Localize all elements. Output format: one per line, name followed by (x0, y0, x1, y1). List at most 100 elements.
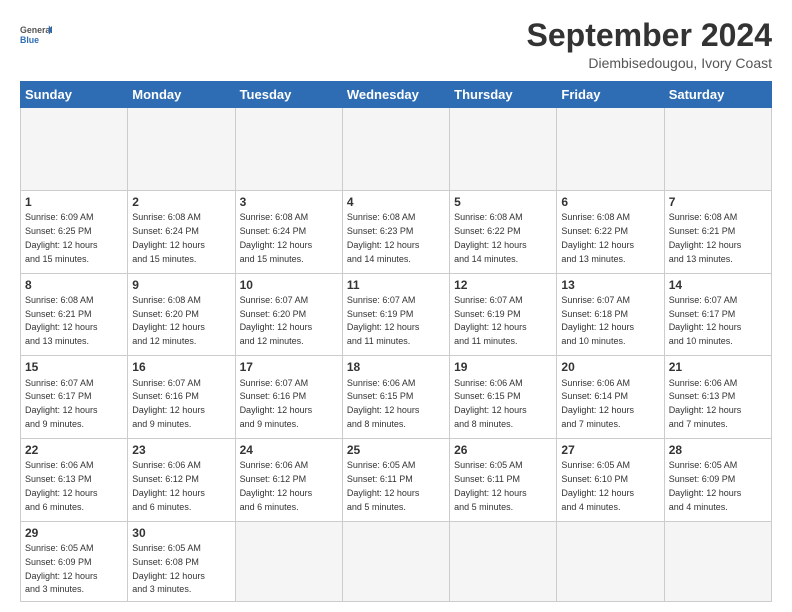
calendar-cell (21, 108, 128, 191)
header-monday: Monday (128, 82, 235, 108)
calendar-cell (557, 108, 664, 191)
day-number: 5 (454, 194, 552, 210)
day-info: Sunrise: 6:06 AMSunset: 6:12 PMDaylight:… (132, 460, 205, 511)
month-title: September 2024 (527, 18, 772, 53)
calendar-cell: 5 Sunrise: 6:08 AMSunset: 6:22 PMDaylight… (450, 190, 557, 273)
day-info: Sunrise: 6:06 AMSunset: 6:14 PMDaylight:… (561, 378, 634, 429)
logo-svg: General Blue (20, 18, 52, 54)
day-info: Sunrise: 6:07 AMSunset: 6:20 PMDaylight:… (240, 295, 313, 346)
calendar-cell: 11Sunrise: 6:07 AMSunset: 6:19 PMDayligh… (342, 273, 449, 356)
calendar-cell: 28 Sunrise: 6:05 AMSunset: 6:09 PMDayligh… (664, 439, 771, 522)
calendar-cell (128, 108, 235, 191)
calendar-cell: 16 Sunrise: 6:07 AMSunset: 6:16 PMDayligh… (128, 356, 235, 439)
calendar-cell (235, 521, 342, 601)
calendar-cell: 20Sunrise: 6:06 AMSunset: 6:14 PMDayligh… (557, 356, 664, 439)
calendar-cell (342, 108, 449, 191)
page: General Blue September 2024 Diembisedoug… (0, 0, 792, 612)
day-number: 15 (25, 359, 123, 375)
day-info: Sunrise: 6:05 AMSunset: 6:10 PMDaylight:… (561, 460, 634, 511)
day-info: Sunrise: 6:06 AMSunset: 6:13 PMDaylight:… (25, 460, 98, 511)
calendar-cell: 27Sunrise: 6:05 AMSunset: 6:10 PMDayligh… (557, 439, 664, 522)
calendar-cell: 14 Sunrise: 6:07 AMSunset: 6:17 PMDayligh… (664, 273, 771, 356)
calendar-cell (235, 108, 342, 191)
calendar-cell (664, 108, 771, 191)
calendar-table: Sunday Monday Tuesday Wednesday Thursday… (20, 81, 772, 602)
day-number: 6 (561, 194, 659, 210)
svg-text:Blue: Blue (20, 35, 39, 45)
day-number: 17 (240, 359, 338, 375)
day-info: Sunrise: 6:08 AMSunset: 6:22 PMDaylight:… (561, 212, 634, 263)
calendar-cell: 7Sunrise: 6:08 AMSunset: 6:21 PMDaylight… (664, 190, 771, 273)
day-info: Sunrise: 6:07 AMSunset: 6:19 PMDaylight:… (347, 295, 420, 346)
day-info: Sunrise: 6:08 AMSunset: 6:21 PMDaylight:… (669, 212, 742, 263)
day-number: 22 (25, 442, 123, 458)
day-number: 21 (669, 359, 767, 375)
day-number: 3 (240, 194, 338, 210)
day-number: 28 (669, 442, 767, 458)
day-number: 19 (454, 359, 552, 375)
day-info: Sunrise: 6:08 AMSunset: 6:22 PMDaylight:… (454, 212, 527, 263)
day-info: Sunrise: 6:05 AMSunset: 6:11 PMDaylight:… (347, 460, 420, 511)
day-number: 25 (347, 442, 445, 458)
calendar-cell (664, 521, 771, 601)
day-info: Sunrise: 6:07 AMSunset: 6:16 PMDaylight:… (132, 378, 205, 429)
calendar-cell (450, 521, 557, 601)
day-info: Sunrise: 6:08 AMSunset: 6:21 PMDaylight:… (25, 295, 98, 346)
calendar-cell: 12Sunrise: 6:07 AMSunset: 6:19 PMDayligh… (450, 273, 557, 356)
calendar-cell (450, 108, 557, 191)
location-subtitle: Diembisedougou, Ivory Coast (527, 55, 772, 71)
calendar-cell: 19 Sunrise: 6:06 AMSunset: 6:15 PMDayligh… (450, 356, 557, 439)
day-number: 9 (132, 277, 230, 293)
day-info: Sunrise: 6:08 AMSunset: 6:24 PMDaylight:… (240, 212, 313, 263)
day-number: 23 (132, 442, 230, 458)
day-info: Sunrise: 6:06 AMSunset: 6:15 PMDaylight:… (454, 378, 527, 429)
day-info: Sunrise: 6:09 AMSunset: 6:25 PMDaylight:… (25, 212, 98, 263)
day-number: 10 (240, 277, 338, 293)
header-tuesday: Tuesday (235, 82, 342, 108)
calendar-cell: 15 Sunrise: 6:07 AMSunset: 6:17 PMDayligh… (21, 356, 128, 439)
logo: General Blue (20, 18, 52, 54)
day-info: Sunrise: 6:07 AMSunset: 6:17 PMDaylight:… (25, 378, 98, 429)
calendar-cell: 10 Sunrise: 6:07 AMSunset: 6:20 PMDayligh… (235, 273, 342, 356)
day-number: 29 (25, 525, 123, 541)
calendar-cell: 2 Sunrise: 6:08 AMSunset: 6:24 PMDaylight… (128, 190, 235, 273)
day-number: 14 (669, 277, 767, 293)
calendar-cell: 17Sunrise: 6:07 AMSunset: 6:16 PMDayligh… (235, 356, 342, 439)
calendar-cell: 30Sunrise: 6:05 AMSunset: 6:08 PMDayligh… (128, 521, 235, 601)
day-info: Sunrise: 6:07 AMSunset: 6:19 PMDaylight:… (454, 295, 527, 346)
day-number: 18 (347, 359, 445, 375)
header-sunday: Sunday (21, 82, 128, 108)
day-info: Sunrise: 6:08 AMSunset: 6:24 PMDaylight:… (132, 212, 205, 263)
calendar-cell: 24Sunrise: 6:06 AMSunset: 6:12 PMDayligh… (235, 439, 342, 522)
day-info: Sunrise: 6:05 AMSunset: 6:09 PMDaylight:… (25, 543, 98, 594)
day-info: Sunrise: 6:08 AMSunset: 6:23 PMDaylight:… (347, 212, 420, 263)
calendar-cell: 26Sunrise: 6:05 AMSunset: 6:11 PMDayligh… (450, 439, 557, 522)
calendar-cell: 25 Sunrise: 6:05 AMSunset: 6:11 PMDayligh… (342, 439, 449, 522)
calendar-cell: 3 Sunrise: 6:08 AMSunset: 6:24 PMDaylight… (235, 190, 342, 273)
calendar-cell: 1 Sunrise: 6:09 AMSunset: 6:25 PMDaylight… (21, 190, 128, 273)
day-info: Sunrise: 6:06 AMSunset: 6:13 PMDaylight:… (669, 378, 742, 429)
calendar-cell (557, 521, 664, 601)
day-info: Sunrise: 6:05 AMSunset: 6:11 PMDaylight:… (454, 460, 527, 511)
calendar-cell: 4Sunrise: 6:08 AMSunset: 6:23 PMDaylight… (342, 190, 449, 273)
day-info: Sunrise: 6:08 AMSunset: 6:20 PMDaylight:… (132, 295, 205, 346)
header-wednesday: Wednesday (342, 82, 449, 108)
day-number: 13 (561, 277, 659, 293)
calendar-cell: 18Sunrise: 6:06 AMSunset: 6:15 PMDayligh… (342, 356, 449, 439)
day-number: 8 (25, 277, 123, 293)
day-number: 1 (25, 194, 123, 210)
calendar-cell: 22 Sunrise: 6:06 AMSunset: 6:13 PMDayligh… (21, 439, 128, 522)
day-info: Sunrise: 6:05 AMSunset: 6:09 PMDaylight:… (669, 460, 742, 511)
title-section: September 2024 Diembisedougou, Ivory Coa… (527, 18, 772, 71)
calendar-cell: 6 Sunrise: 6:08 AMSunset: 6:22 PMDaylight… (557, 190, 664, 273)
calendar-cell: 8 Sunrise: 6:08 AMSunset: 6:21 PMDaylight… (21, 273, 128, 356)
day-info: Sunrise: 6:07 AMSunset: 6:18 PMDaylight:… (561, 295, 634, 346)
weekday-header-row: Sunday Monday Tuesday Wednesday Thursday… (21, 82, 772, 108)
header-thursday: Thursday (450, 82, 557, 108)
day-info: Sunrise: 6:07 AMSunset: 6:17 PMDaylight:… (669, 295, 742, 346)
day-number: 16 (132, 359, 230, 375)
day-number: 24 (240, 442, 338, 458)
day-number: 2 (132, 194, 230, 210)
day-number: 30 (132, 525, 230, 541)
header: General Blue September 2024 Diembisedoug… (20, 18, 772, 71)
